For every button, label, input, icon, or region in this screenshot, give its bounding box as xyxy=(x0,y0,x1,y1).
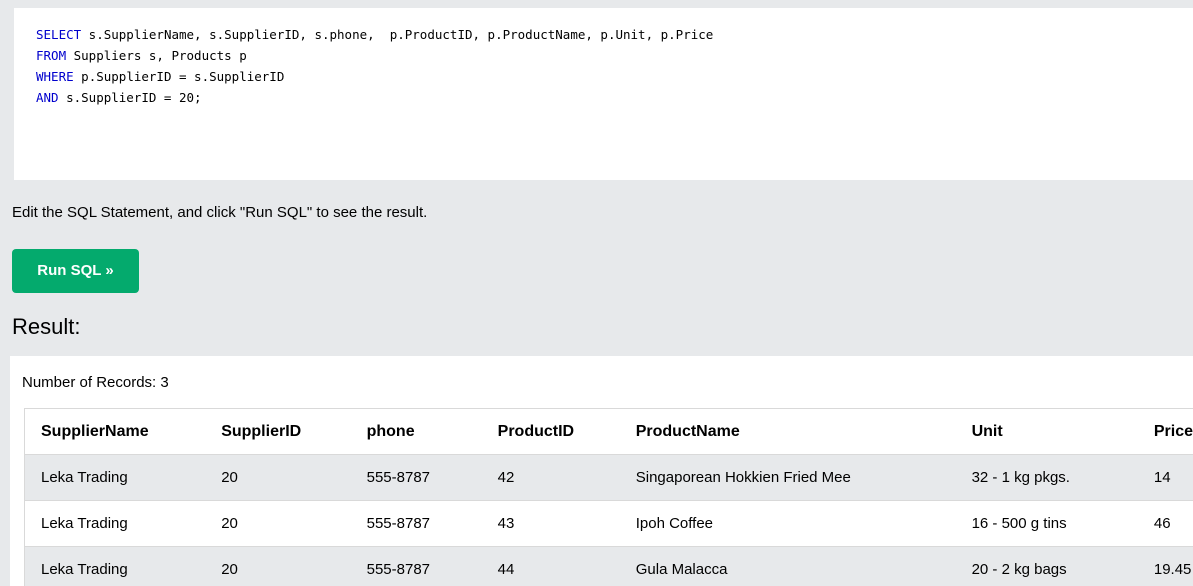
table-row: Leka Trading 20 555-8787 44 Gula Malacca… xyxy=(24,546,1193,586)
result-table: SupplierName SupplierID phone ProductID … xyxy=(24,408,1193,586)
table-cell: 19.45 xyxy=(1137,546,1193,586)
result-panel: Number of Records: 3 SupplierName Suppli… xyxy=(10,356,1193,586)
table-cell: Singaporean Hokkien Fried Mee xyxy=(619,454,956,501)
run-sql-button[interactable]: Run SQL » xyxy=(12,249,139,293)
table-cell: 20 xyxy=(205,454,351,501)
table-cell: 20 xyxy=(205,546,351,586)
instruction-text: Edit the SQL Statement, and click "Run S… xyxy=(12,204,428,221)
table-header-row: SupplierName SupplierID phone ProductID … xyxy=(24,408,1193,455)
sql-line: AND s.SupplierID = 20; xyxy=(36,87,1193,108)
table-cell: 32 - 1 kg pkgs. xyxy=(955,454,1138,501)
table-cell: 43 xyxy=(481,500,620,547)
sql-text: s.SupplierID = 20; xyxy=(58,90,202,105)
table-cell: 46 xyxy=(1137,500,1193,547)
table-cell: 44 xyxy=(481,546,620,586)
table-cell: 20 - 2 kg bags xyxy=(955,546,1138,586)
column-header: ProductName xyxy=(619,408,956,455)
table-cell: Leka Trading xyxy=(24,500,206,547)
column-header: SupplierID xyxy=(205,408,351,455)
table-cell: 16 - 500 g tins xyxy=(955,500,1138,547)
sql-editor[interactable]: SELECT s.SupplierName, s.SupplierID, s.p… xyxy=(14,8,1193,180)
table-cell: Leka Trading xyxy=(24,454,206,501)
sql-text: s.SupplierName, s.SupplierID, s.phone, p… xyxy=(81,27,714,42)
column-header: Unit xyxy=(955,408,1138,455)
record-count: Number of Records: 3 xyxy=(22,374,169,391)
column-header: phone xyxy=(350,408,482,455)
table-cell: 555-8787 xyxy=(350,454,482,501)
sql-keyword: AND xyxy=(36,90,59,105)
table-cell: Leka Trading xyxy=(24,546,206,586)
table-cell: 555-8787 xyxy=(350,546,482,586)
column-header: SupplierName xyxy=(24,408,206,455)
table-cell: 42 xyxy=(481,454,620,501)
sql-keyword: FROM xyxy=(36,48,67,63)
table-cell: 555-8787 xyxy=(350,500,482,547)
table-cell: Ipoh Coffee xyxy=(619,500,956,547)
result-heading: Result: xyxy=(12,314,81,339)
sql-text: Suppliers s, Products p xyxy=(66,48,247,63)
top-strip xyxy=(0,0,1193,8)
table-cell: 14 xyxy=(1137,454,1193,501)
sql-line: SELECT s.SupplierName, s.SupplierID, s.p… xyxy=(36,24,1193,45)
column-header: Price xyxy=(1137,408,1193,455)
sql-line: WHERE p.SupplierID = s.SupplierID xyxy=(36,66,1193,87)
table-cell: 20 xyxy=(205,500,351,547)
sql-keyword: WHERE xyxy=(36,69,74,84)
column-header: ProductID xyxy=(481,408,620,455)
table-row: Leka Trading 20 555-8787 43 Ipoh Coffee … xyxy=(24,500,1193,547)
sql-line: FROM Suppliers s, Products p xyxy=(36,45,1193,66)
table-row: Leka Trading 20 555-8787 42 Singaporean … xyxy=(24,454,1193,501)
sql-keyword: SELECT xyxy=(36,27,82,42)
table-cell: Gula Malacca xyxy=(619,546,956,586)
page: SELECT s.SupplierName, s.SupplierID, s.p… xyxy=(0,0,1193,586)
sql-text: p.SupplierID = s.SupplierID xyxy=(73,69,285,84)
